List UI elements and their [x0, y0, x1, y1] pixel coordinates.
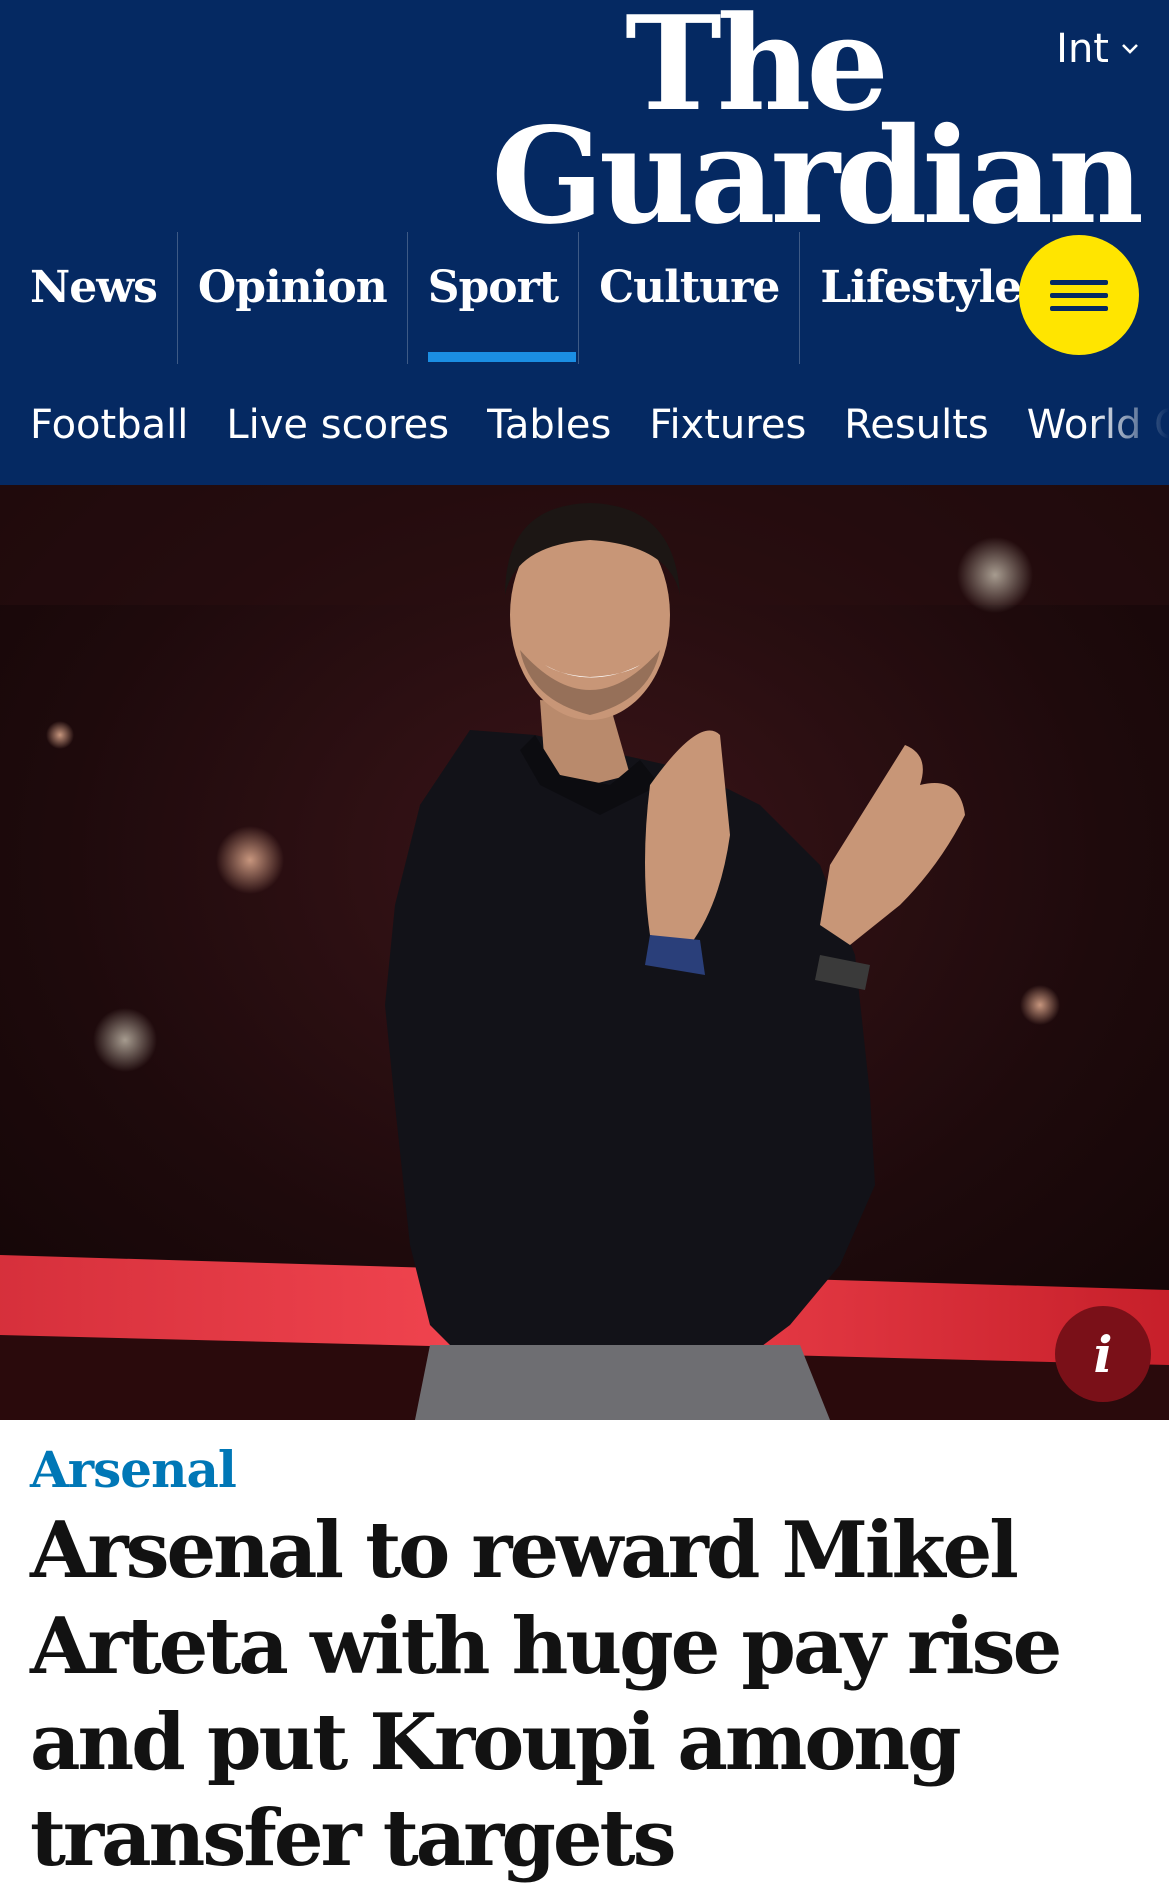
- pillar-opinion[interactable]: Opinion: [178, 232, 408, 364]
- hero-image: i: [0, 485, 1169, 1420]
- guardian-logo[interactable]: The Guardian: [491, 0, 1144, 254]
- subnav-fade: [1089, 365, 1169, 485]
- pillar-label: Lifestyle: [820, 262, 1022, 313]
- subnav-fixtures[interactable]: Fixtures: [649, 402, 806, 448]
- subnav-tables[interactable]: Tables: [487, 402, 611, 448]
- article-headline: Arsenal to reward Mikel Arteta with huge…: [30, 1505, 1062, 1884]
- subnav-live-scores[interactable]: Live scores: [226, 402, 449, 448]
- subnav-football[interactable]: Football: [30, 402, 188, 448]
- hamburger-menu-icon: [1050, 279, 1108, 285]
- pillar-culture[interactable]: Culture: [579, 232, 801, 364]
- menu-button[interactable]: [1019, 235, 1139, 355]
- pillar-lifestyle[interactable]: Lifestyle: [800, 232, 1041, 364]
- pillar-news[interactable]: News: [0, 232, 178, 364]
- sport-subnav: Football Live scores Tables Fixtures Res…: [0, 365, 1169, 485]
- article-header: Arsenal Arsenal to reward Mikel Arteta w…: [0, 1420, 1169, 1887]
- hero-photo: [0, 485, 1169, 1420]
- pillar-label: Sport: [427, 262, 559, 313]
- hamburger-menu-icon: [1050, 292, 1108, 298]
- article-kicker[interactable]: Arsenal: [30, 1440, 237, 1499]
- pillar-sport[interactable]: Sport: [408, 232, 580, 364]
- pillar-label: Culture: [599, 262, 780, 313]
- hamburger-menu-icon: [1050, 305, 1108, 311]
- site-header: Int The Guardian News Opinion Sport Cult…: [0, 0, 1169, 366]
- pillar-label: News: [30, 262, 158, 313]
- logo-line-2: Guardian: [491, 98, 1144, 254]
- info-icon: i: [1093, 1324, 1113, 1384]
- subnav-results[interactable]: Results: [844, 402, 988, 448]
- image-info-button[interactable]: i: [1055, 1306, 1151, 1402]
- pillar-nav: News Opinion Sport Culture Lifestyle: [0, 232, 1169, 366]
- active-pillar-indicator: [427, 352, 577, 362]
- pillar-label: Opinion: [197, 262, 388, 313]
